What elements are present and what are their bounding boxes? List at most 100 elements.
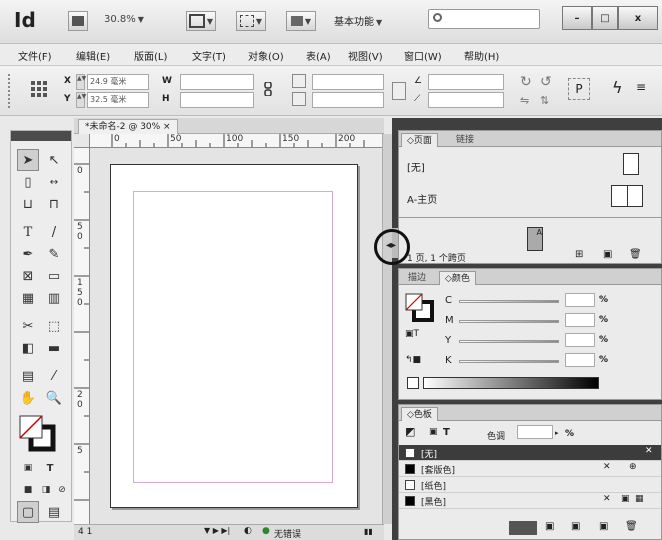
swatch-row-none[interactable]: [无] ✕ [399,445,661,461]
scissors-tool-icon[interactable]: ✂ [17,315,39,337]
line-tool-icon[interactable]: / [43,221,65,243]
menu-window[interactable]: 窗口(W) [404,48,442,63]
new-swatch-icon[interactable]: ▣ [599,521,608,532]
tab-links[interactable]: 链接 [451,133,479,147]
y-spinner[interactable]: ▲▼ [76,92,86,108]
grip-handle[interactable] [8,74,11,108]
formatting-text-icon[interactable]: T [39,457,61,479]
none-swatch-icon[interactable] [407,377,419,389]
swatch-row-black[interactable]: [黑色] ✕ ▣ ▦ [399,493,661,509]
color-spectrum-bar[interactable] [423,377,599,389]
new-swatch-icon[interactable]: ▣ [571,521,580,532]
chevron-right-icon[interactable]: ▸ [555,429,559,437]
fill-stroke-swatch[interactable] [19,415,56,452]
magenta-value[interactable] [565,313,595,327]
flip-vertical-icon[interactable]: ⇅ [540,94,549,107]
preflight-icon[interactable]: ◐ [244,526,252,536]
menu-help[interactable]: 帮助(H) [464,48,499,63]
black-slider[interactable] [459,360,559,363]
menu-edit[interactable]: 编辑(E) [76,48,110,63]
swatch-row-paper[interactable]: [纸色] [399,477,661,493]
scale-y-field[interactable] [312,92,384,108]
tab-swatches[interactable]: ◇色板 [401,407,438,421]
close-button[interactable]: x [618,6,658,30]
selection-tool-icon[interactable]: ➤ [17,149,39,171]
maximize-button[interactable]: □ [592,6,618,30]
menu-object[interactable]: 对象(O) [248,48,284,63]
document-page[interactable] [110,164,358,508]
x-spinner[interactable]: ▲▼ [76,74,86,90]
edit-page-size-icon[interactable]: ⊞ [575,249,583,260]
panel-menu-icon[interactable]: ≡ [636,80,646,94]
tab-stroke[interactable]: 描边 [403,271,431,285]
page-number-field[interactable]: 4 1 [78,527,92,537]
rotation-angle-field[interactable] [428,74,504,90]
page-1-thumbnail[interactable]: A [527,227,543,251]
swatch-row-registration[interactable]: [套版色] ✕ ⊕ [399,461,661,477]
page-nav-arrows[interactable]: ▼ ▶ ▶| [204,526,230,535]
fill-stroke-swatch[interactable] [405,293,435,323]
zoom-level[interactable]: 30.8% ▼ [104,14,144,25]
cyan-value[interactable] [565,293,595,307]
delete-swatch-icon[interactable]: 🗑 [625,521,638,532]
horizontal-grid-tool-icon[interactable]: ▦ [17,287,39,309]
apply-none-icon[interactable]: ⊘ [51,479,73,501]
bridge-button[interactable] [68,11,88,31]
flip-horizontal-icon[interactable]: ⇋ [520,94,529,107]
formatting-container-icon[interactable]: ▣T [405,329,419,339]
show-color-swatches-icon[interactable]: ▣ [545,521,554,532]
workspace-switcher[interactable]: 基本功能 ▼ [334,13,382,28]
minimize-button[interactable]: – [562,6,592,30]
formatting-container-icon[interactable]: ▣ [429,427,438,437]
eyedropper-tool-icon[interactable]: ⁄ [43,365,65,387]
normal-view-icon[interactable]: ▢ [17,501,39,523]
width-field[interactable] [180,74,254,90]
scale-x-field[interactable] [312,74,384,90]
status-resize-grip[interactable]: ▮▮ [364,527,373,536]
collapse-dock-icon[interactable]: ◂▸ [386,240,396,251]
menu-file[interactable]: 文件(F) [18,48,52,63]
ruler-origin[interactable] [74,134,90,148]
menu-table[interactable]: 表(A) [306,48,331,63]
x-position-field[interactable]: 24.9 毫米 [87,74,149,90]
rectangle-frame-tool-icon[interactable]: ⊠ [17,265,39,287]
height-field[interactable] [180,92,254,108]
content-placer-icon[interactable]: ⊓ [43,193,65,215]
preview-mode-icon[interactable]: ▤ [43,501,65,523]
vertical-grid-tool-icon[interactable]: ▥ [43,287,65,309]
vertical-scrollbar[interactable] [382,134,392,524]
lightning-icon[interactable]: ϟ [612,78,623,97]
arrange-documents-button[interactable]: ▼ [286,11,316,31]
formatting-container-icon[interactable]: ▣ [17,457,39,479]
document-canvas[interactable] [90,148,382,524]
reference-point-icon[interactable] [30,80,48,98]
pen-tool-icon[interactable]: ✒ [17,243,39,265]
content-collector-icon[interactable]: ⊔ [17,193,39,215]
tab-pages[interactable]: ◇页面 [401,133,438,147]
apply-color-icon[interactable]: ↰■ [405,355,421,365]
document-tab[interactable]: *未命名-2 @ 30% × [78,119,178,134]
yellow-slider[interactable] [459,340,559,343]
none-master-thumbnail[interactable] [623,153,639,175]
view-options-button[interactable]: ▼ [186,11,216,31]
direct-selection-tool-icon[interactable]: ↖ [43,149,65,171]
cyan-slider[interactable] [459,300,559,303]
constrain-proportions-icon[interactable] [264,81,272,97]
hand-tool-icon[interactable]: ✋ [17,387,39,409]
menu-layout[interactable]: 版面(L) [134,48,167,63]
gradient-swatch-tool-icon[interactable]: ◧ [17,337,39,359]
type-tool-icon[interactable]: T [17,221,39,243]
magenta-slider[interactable] [459,320,559,323]
show-all-swatches-icon[interactable] [509,521,537,535]
screen-mode-button[interactable]: ▼ [236,11,266,31]
new-page-icon[interactable]: ▣ [603,249,612,260]
fill-stroke-toggle-icon[interactable]: ◩ [405,425,415,438]
pencil-tool-icon[interactable]: ✎ [43,243,65,265]
page-tool-icon[interactable]: ▯ [17,171,39,193]
menu-view[interactable]: 视图(V) [348,48,383,63]
free-transform-tool-icon[interactable]: ⬚ [43,315,65,337]
yellow-value[interactable] [565,333,595,347]
delete-page-icon[interactable]: 🗑 [629,249,642,260]
shear-angle-field[interactable] [428,92,504,108]
black-value[interactable] [565,353,595,367]
